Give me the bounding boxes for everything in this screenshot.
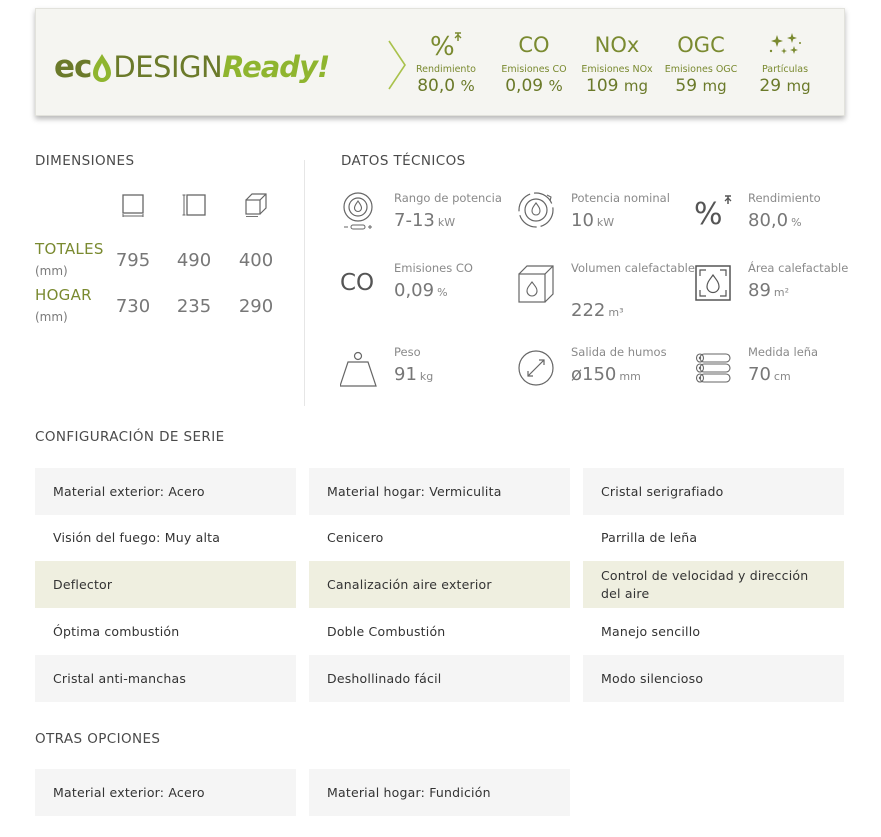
- log-length-icon: [695, 353, 731, 383]
- metric-value: 29 mg: [759, 76, 811, 96]
- metric-label: Emisiones CO: [501, 64, 567, 75]
- tech-label: Salida de humos: [571, 345, 667, 359]
- power-range-icon: [343, 192, 373, 230]
- option-item: Material hogar: Fundición: [309, 769, 570, 816]
- config-item: Deshollinado fácil: [309, 655, 570, 702]
- config-title: CONFIGURACIÓN DE SERIE: [35, 429, 225, 445]
- tech-item-efficiency: % Rendimiento 80,0%: [694, 190, 864, 260]
- width-front-icon: [122, 194, 144, 217]
- tech-item-heated-volume: Volumen calefactable 222 m³: [517, 260, 695, 330]
- dim-hogar-width: 730: [115, 296, 151, 317]
- heated-area-icon: [695, 265, 731, 301]
- tech-title: DATOS TÉCNICOS: [341, 153, 466, 169]
- dim-hogar-depth: 290: [238, 296, 274, 317]
- metric-label: Emisiones NOx: [581, 64, 653, 75]
- config-item: Cristal serigrafiado: [583, 468, 844, 515]
- tech-label: Volumen calefactable: [571, 261, 695, 275]
- config-item: Canalización aire exterior: [309, 561, 570, 608]
- tech-label: Peso: [394, 345, 421, 359]
- logo-ready-text: Ready!: [222, 50, 330, 84]
- dimensions-title: DIMENSIONES: [35, 153, 135, 169]
- tech-value: 7-13 kW: [394, 210, 456, 231]
- tech-value: 91 kg: [394, 364, 434, 385]
- nox-icon: NOx: [594, 33, 640, 57]
- tech-value: ø150 mm: [571, 364, 641, 385]
- logo-eco-text: ec: [54, 49, 92, 85]
- tech-label: Rango de potencia: [394, 191, 502, 205]
- metric-value: 59 mg: [675, 76, 727, 96]
- dim-row-totales-label: TOTALES: [35, 240, 104, 258]
- height-side-icon: [182, 194, 206, 216]
- tech-item-weight: Peso 91 kg: [340, 344, 510, 414]
- dim-totales-depth: 400: [238, 250, 274, 271]
- heated-volume-icon: [518, 265, 554, 303]
- tech-value: 80,0%: [748, 210, 802, 231]
- config-item: Óptima combustión: [53, 623, 180, 639]
- config-item: Cenicero: [327, 529, 384, 545]
- tech-item-nominal-power: Potencia nominal 10 kW: [517, 190, 687, 260]
- dim-row-totales-unit: (mm): [35, 264, 68, 278]
- ogc-icon: OGC: [677, 33, 725, 57]
- metric-label: Partículas: [761, 64, 809, 75]
- metric-label: Emisiones OGC: [664, 64, 738, 75]
- particles-icon: [742, 29, 828, 61]
- tech-label: Rendimiento: [748, 191, 821, 205]
- config-item: Material hogar: Vermiculita: [309, 468, 570, 515]
- co-icon: CO: [518, 33, 550, 57]
- tech-label: Medida leña: [748, 345, 819, 359]
- config-item: Visión del fuego: Muy alta: [53, 529, 221, 545]
- percent-efficiency-icon: %: [403, 29, 489, 61]
- efficiency-icon: %: [694, 195, 732, 230]
- tech-label: Área calefactable: [748, 261, 849, 275]
- dim-row-hogar-unit: (mm): [35, 310, 68, 324]
- eco-metric-ogc: OGC Emisiones OGC 59 mg: [658, 29, 744, 96]
- config-item: Parrilla de leña: [601, 529, 698, 545]
- dim-totales-height: 490: [176, 250, 212, 271]
- dim-totales-width: 795: [115, 250, 151, 271]
- tech-value: 222 m³: [571, 300, 624, 321]
- tech-value: 10 kW: [571, 210, 615, 231]
- config-item: Manejo sencillo: [601, 623, 701, 639]
- config-item: Control de velocidad y dirección del air…: [583, 561, 844, 608]
- ecodesign-banner: ec DESIGN Ready! % Rendimiento 80,0 % CO…: [35, 8, 845, 116]
- tech-label: Potencia nominal: [571, 191, 670, 205]
- eco-metric-rendimiento: % Rendimiento 80,0 %: [403, 29, 489, 96]
- depth-cube-icon: [245, 193, 267, 217]
- nominal-power-icon: [518, 192, 554, 228]
- tech-item-heated-area: Área calefactable 89 m²: [694, 260, 864, 330]
- config-item: Cristal anti-manchas: [35, 655, 296, 702]
- weight-icon: [340, 351, 377, 387]
- tech-value: 89 m²: [748, 280, 790, 301]
- eco-metric-nox: NOx Emisiones NOx 109 mg: [574, 29, 660, 96]
- leaf-drop-icon: [93, 54, 112, 82]
- config-item: Modo silencioso: [583, 655, 844, 702]
- metric-value: 109 mg: [586, 76, 648, 96]
- tech-label: Emisiones CO: [394, 261, 473, 275]
- ecodesign-logo: ec DESIGN Ready!: [54, 47, 330, 87]
- tech-item-power-range: Rango de potencia 7-13 kW: [340, 190, 510, 260]
- tech-item-log-length: Medida leña 70 cm: [694, 344, 864, 414]
- logo-design-text: DESIGN: [113, 50, 223, 84]
- config-item: Doble Combustión: [327, 623, 446, 639]
- svg-text:%: %: [430, 32, 455, 61]
- dim-hogar-height: 235: [176, 296, 212, 317]
- section-divider: [304, 160, 305, 406]
- tech-value: 70 cm: [748, 364, 791, 385]
- metric-value: 80,0 %: [417, 76, 475, 96]
- tech-item-co-emissions: CO Emisiones CO 0,09%: [340, 260, 510, 330]
- config-item: Deflector: [35, 561, 296, 608]
- tech-value: 0,09%: [394, 280, 448, 301]
- eco-metric-co: CO Emisiones CO 0,09 %: [491, 29, 577, 96]
- svg-text:%: %: [694, 197, 723, 230]
- eco-metric-particulas: Partículas 29 mg: [742, 29, 828, 96]
- config-item: Material exterior: Acero: [35, 468, 296, 515]
- metric-label: Rendimiento: [415, 64, 476, 75]
- dim-row-hogar-label: HOGAR: [35, 286, 92, 304]
- co-icon: CO: [340, 270, 375, 296]
- tech-item-flue-outlet: Salida de humos ø150 mm: [517, 344, 687, 414]
- options-title: OTRAS OPCIONES: [35, 731, 161, 747]
- option-item: Material exterior: Acero: [35, 769, 296, 816]
- metric-value: 0,09 %: [505, 76, 563, 96]
- flue-outlet-icon: [518, 350, 554, 386]
